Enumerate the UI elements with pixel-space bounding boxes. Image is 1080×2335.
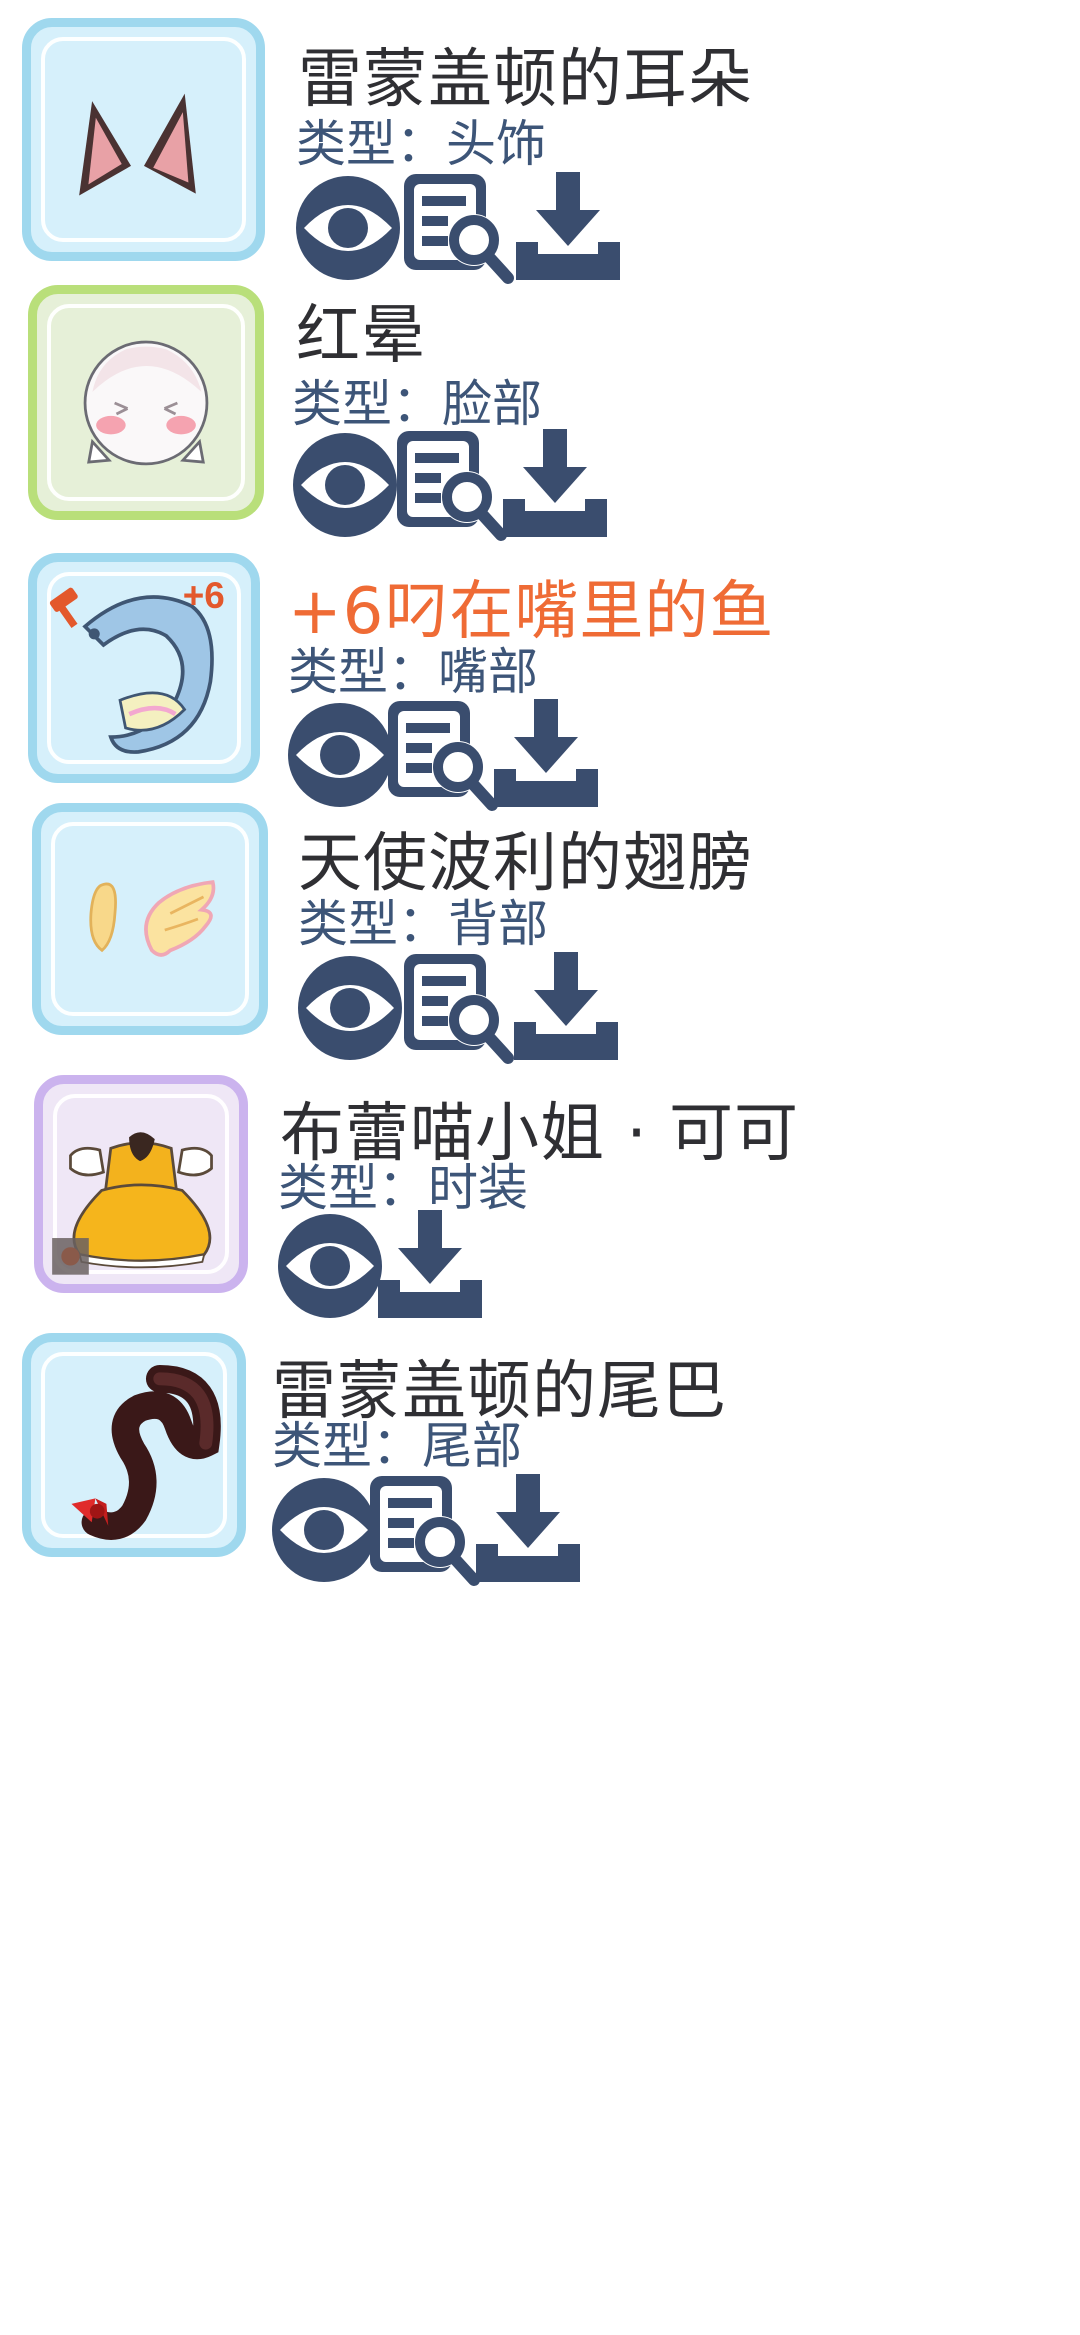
item-thumbnail[interactable] — [22, 1333, 246, 1557]
type-value: 尾部 — [422, 1417, 522, 1475]
download-tray-icon — [503, 429, 607, 537]
item-thumbnail[interactable] — [34, 1075, 248, 1293]
download-tray-icon — [514, 952, 618, 1060]
cat-ears-image — [79, 93, 196, 196]
download-tray-icon — [494, 699, 598, 807]
item-thumbnail[interactable] — [22, 18, 265, 261]
hammer-icon — [49, 587, 78, 628]
eye-icon — [298, 956, 402, 1060]
item-actions — [270, 1206, 500, 1336]
item-actions — [280, 695, 610, 825]
item-type: 类型：尾部 — [272, 1406, 522, 1478]
download-tray-icon — [516, 172, 620, 280]
detail-button[interactable] — [398, 168, 518, 288]
item-thumbnail[interactable]: +6 — [28, 553, 260, 783]
magnifier-document-icon — [404, 954, 514, 1064]
item-actions — [290, 948, 620, 1078]
magnifier-document-icon — [397, 431, 507, 541]
download-button[interactable] — [506, 948, 626, 1068]
item-thumbnail[interactable] — [28, 285, 264, 520]
download-button[interactable] — [370, 1206, 490, 1326]
detail-button[interactable] — [364, 1470, 484, 1590]
magnifier-document-icon — [370, 1476, 480, 1586]
refine-level-badge: +6 — [183, 575, 225, 616]
type-label: 类型： — [296, 115, 446, 173]
download-tray-icon — [378, 1210, 482, 1318]
dark-tail-image — [71, 1364, 221, 1540]
download-button[interactable] — [508, 168, 628, 288]
yellow-dress-image — [52, 1132, 213, 1275]
detail-button[interactable] — [398, 948, 518, 1068]
magnifier-document-icon — [404, 174, 514, 284]
blush-face-image — [83, 340, 209, 466]
detail-button[interactable] — [382, 695, 502, 815]
type-label: 类型： — [272, 1417, 422, 1475]
item-actions — [264, 1470, 594, 1600]
item-type: 类型：嘴部 — [288, 632, 538, 704]
type-label: 类型： — [288, 643, 438, 701]
item-type: 类型：头饰 — [296, 104, 546, 176]
magnifier-document-icon — [388, 701, 498, 811]
download-button[interactable] — [486, 695, 606, 815]
preview-button[interactable] — [288, 168, 408, 288]
eye-icon — [296, 176, 400, 280]
item-thumbnail[interactable] — [32, 803, 268, 1035]
item-actions — [288, 168, 620, 298]
type-value: 背部 — [448, 895, 548, 953]
type-label: 类型： — [298, 895, 448, 953]
item-name: 红晕 — [296, 299, 426, 373]
angel-wings-image — [89, 880, 216, 957]
download-button[interactable] — [468, 1470, 588, 1590]
fish-image: +6 — [49, 575, 225, 754]
type-value: 头饰 — [446, 115, 546, 173]
preview-button[interactable] — [290, 948, 410, 1068]
detail-button[interactable] — [391, 425, 511, 545]
item-type: 类型：背部 — [298, 884, 548, 956]
eye-icon — [293, 433, 397, 537]
preview-button[interactable] — [285, 425, 405, 545]
download-button[interactable] — [495, 425, 615, 545]
type-value: 嘴部 — [438, 643, 538, 701]
download-tray-icon — [476, 1474, 580, 1582]
item-actions — [285, 425, 615, 555]
